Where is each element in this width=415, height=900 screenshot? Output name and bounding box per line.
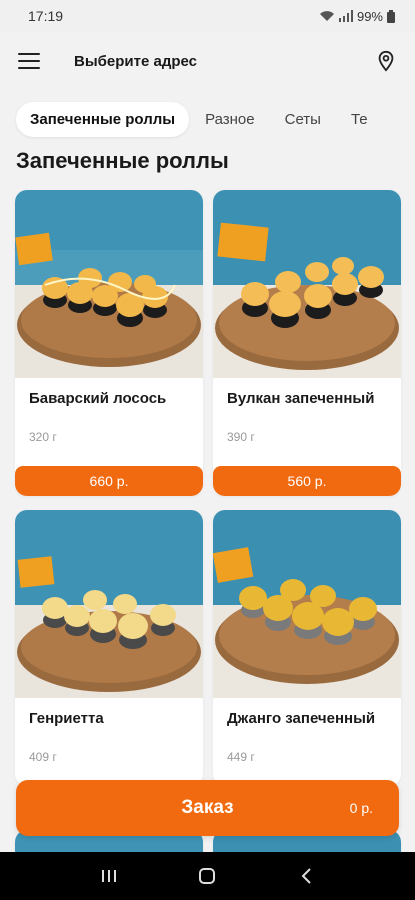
status-bar: 17:19 99% — [0, 0, 415, 32]
tab-partial[interactable]: Те — [337, 102, 382, 137]
system-nav-bar — [0, 852, 415, 900]
price-button[interactable]: 660 р. — [15, 466, 203, 496]
back-icon[interactable] — [286, 861, 326, 891]
tab-baked-rolls[interactable]: Запеченные роллы — [16, 101, 190, 137]
battery-icon — [387, 9, 395, 23]
recent-apps-icon[interactable] — [89, 861, 129, 891]
section-title: Запеченные роллы — [16, 148, 229, 173]
order-sum: 0 р. — [349, 800, 373, 816]
product-name: Генриетта — [29, 710, 104, 727]
product-card[interactable]: Баварский лосось 320 г 660 р. — [15, 190, 203, 496]
product-weight: 320 г — [29, 430, 57, 444]
address-selector[interactable]: Выберите адрес — [74, 53, 375, 70]
price-button[interactable]: 560 р. — [213, 466, 401, 496]
home-icon[interactable] — [187, 861, 227, 891]
product-name: Баварский лосось — [29, 390, 167, 407]
order-button[interactable]: Заказ 0 р. — [16, 780, 399, 836]
product-card[interactable]: Джанго запеченный 449 г — [213, 510, 401, 786]
battery-percent: 99% — [356, 8, 383, 24]
product-name: Вулкан запеченный — [227, 390, 375, 407]
status-indicators: 99% — [319, 9, 395, 24]
product-photo — [15, 190, 203, 378]
product-card[interactable]: Генриетта 409 г — [15, 510, 203, 786]
tab-sets[interactable]: Сеты — [271, 102, 335, 137]
product-card[interactable]: Вулкан запеченный 390 г 560 р. — [213, 190, 401, 496]
product-photo — [15, 510, 203, 698]
order-label: Заказ — [181, 797, 234, 818]
product-name: Джанго запеченный — [227, 710, 376, 727]
product-weight: 390 г — [227, 430, 255, 444]
category-tabs: Запеченные роллы Разное Сеты Те — [0, 96, 415, 142]
location-pin-icon[interactable] — [375, 50, 397, 72]
status-time: 17:19 — [28, 8, 64, 24]
wifi-icon — [319, 11, 334, 21]
product-photo — [213, 510, 401, 698]
signal-icon — [338, 10, 353, 22]
app-header: Выберите адрес — [0, 32, 415, 90]
product-photo — [213, 190, 401, 378]
tab-misc[interactable]: Разное — [191, 102, 269, 137]
menu-icon[interactable] — [18, 53, 40, 69]
